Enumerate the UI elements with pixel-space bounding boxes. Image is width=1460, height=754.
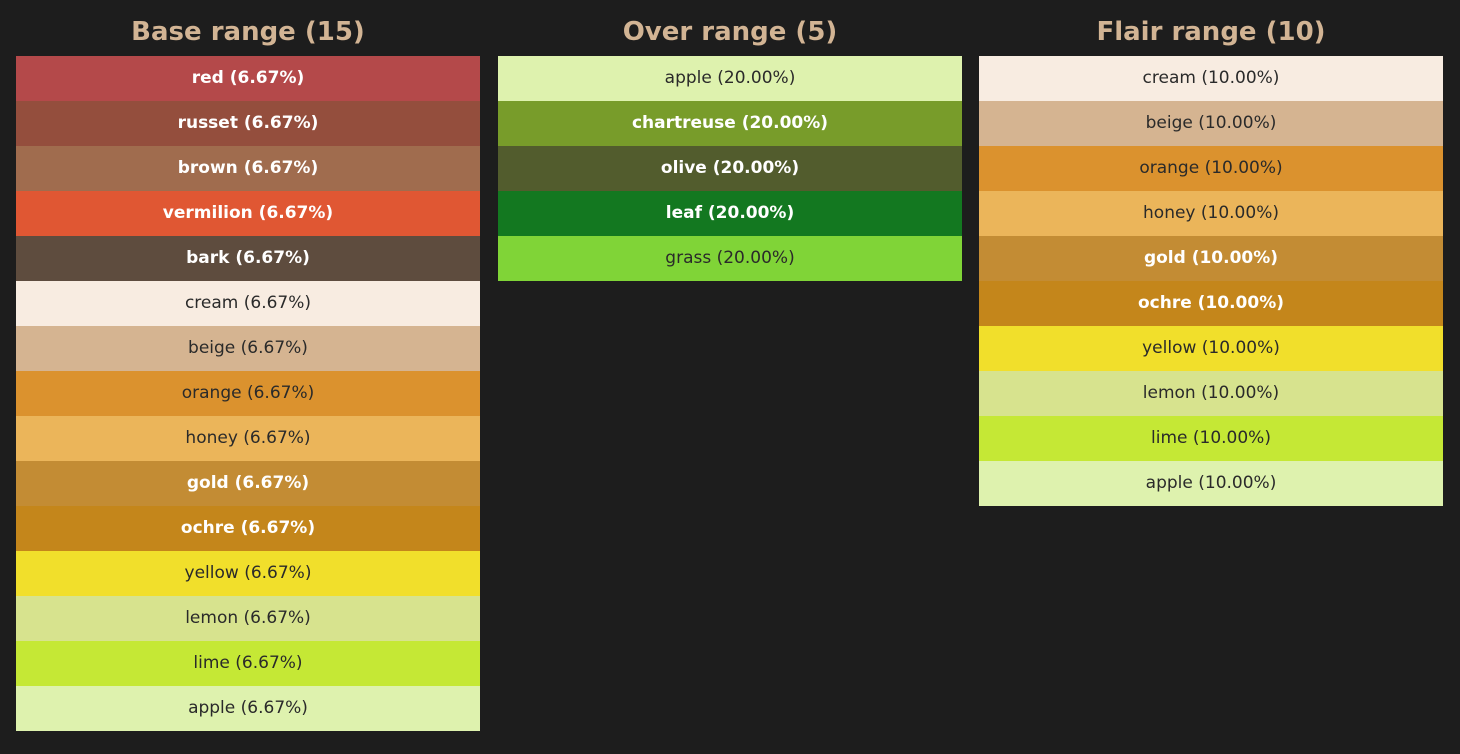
swatch-base-9: honey (6.67%) [16, 416, 480, 461]
swatch-flair-9: lime (10.00%) [979, 416, 1443, 461]
swatch-flair-7: yellow (10.00%) [979, 326, 1443, 371]
swatch-flair-3: orange (10.00%) [979, 146, 1443, 191]
swatch-flair-8: lemon (10.00%) [979, 371, 1443, 416]
swatch-base-8: orange (6.67%) [16, 371, 480, 416]
column-title-base: Base range (15) [131, 17, 365, 47]
swatch-base-5: bark (6.67%) [16, 236, 480, 281]
swatch-base-14: lime (6.67%) [16, 641, 480, 686]
swatch-flair-1: cream (10.00%) [979, 56, 1443, 101]
base-range-column: Base range (15) red (6.67%) russet (6.67%… [16, 0, 480, 731]
swatch-flair-2: beige (10.00%) [979, 101, 1443, 146]
swatch-flair-5: gold (10.00%) [979, 236, 1443, 281]
swatch-base-6: cream (6.67%) [16, 281, 480, 326]
swatch-flair-6: ochre (10.00%) [979, 281, 1443, 326]
swatch-base-13: lemon (6.67%) [16, 596, 480, 641]
swatch-list-base: red (6.67%) russet (6.67%) brown (6.67%) ve… [16, 56, 480, 731]
swatch-list-flair: cream (10.00%) beige (10.00%) orange (10.0… [979, 56, 1443, 506]
swatch-flair-10: apple (10.00%) [979, 461, 1443, 506]
column-title-over: Over range (5) [622, 17, 838, 47]
swatch-over-3: olive (20.00%) [498, 146, 962, 191]
swatch-base-3: brown (6.67%) [16, 146, 480, 191]
column-title-flair: Flair range (10) [1096, 17, 1326, 47]
over-range-column: Over range (5) apple (20.00%) chartreuse … [498, 0, 962, 281]
swatch-over-2: chartreuse (20.00%) [498, 101, 962, 146]
swatch-base-11: ochre (6.67%) [16, 506, 480, 551]
swatch-base-12: yellow (6.67%) [16, 551, 480, 596]
swatch-base-15: apple (6.67%) [16, 686, 480, 731]
swatch-base-10: gold (6.67%) [16, 461, 480, 506]
swatch-base-2: russet (6.67%) [16, 101, 480, 146]
swatch-base-4: vermilion (6.67%) [16, 191, 480, 236]
swatch-over-5: grass (20.00%) [498, 236, 962, 281]
swatch-over-4: leaf (20.00%) [498, 191, 962, 236]
swatch-list-over: apple (20.00%) chartreuse (20.00%) olive (… [498, 56, 962, 281]
palette-columns: Base range (15) red (6.67%) russet (6.67%… [0, 0, 1460, 754]
swatch-over-1: apple (20.00%) [498, 56, 962, 101]
swatch-flair-4: honey (10.00%) [979, 191, 1443, 236]
swatch-base-7: beige (6.67%) [16, 326, 480, 371]
swatch-base-1: red (6.67%) [16, 56, 480, 101]
flair-range-column: Flair range (10) cream (10.00%) beige (10… [979, 0, 1443, 506]
